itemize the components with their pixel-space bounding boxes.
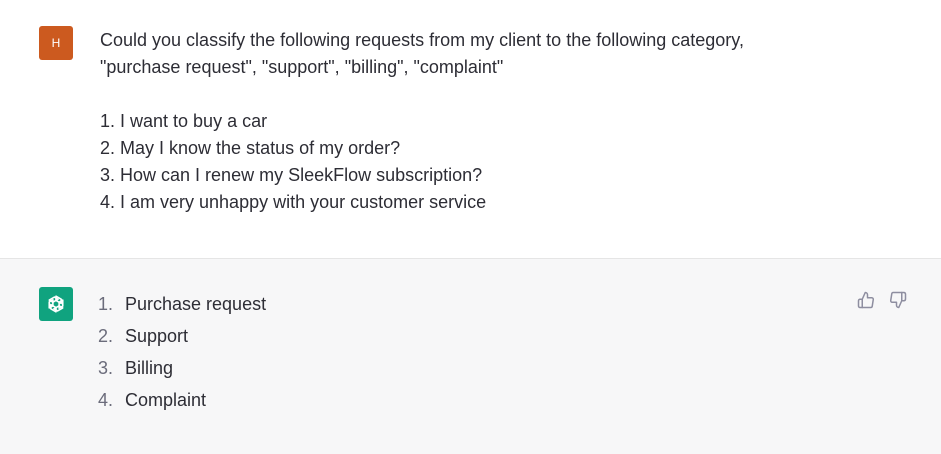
- user-message-text: Could you classify the following request…: [100, 27, 860, 216]
- answer-list: 1. Purchase request 2. Support 3. Billin…: [98, 288, 266, 416]
- thumbs-down-button[interactable]: [887, 289, 909, 311]
- request-item: 1. I want to buy a car: [100, 111, 268, 131]
- user-avatar: H: [39, 26, 73, 60]
- user-message: H Could you classify the following reque…: [0, 0, 941, 259]
- assistant-message: 1. Purchase request 2. Support 3. Billin…: [0, 259, 941, 454]
- list-item: 2. Support: [98, 320, 266, 352]
- thumbs-up-button[interactable]: [855, 289, 877, 311]
- answer-text: Billing: [125, 358, 174, 378]
- list-number: 4.: [98, 390, 114, 410]
- user-text-line: Could you classify the following request…: [100, 30, 744, 50]
- list-item: 4. Complaint: [98, 384, 266, 416]
- user-text-line: "purchase request", "support", "billing"…: [100, 57, 504, 77]
- thumbs-up-icon: [857, 291, 875, 309]
- answer-text: Complaint: [125, 390, 207, 410]
- request-item: 3. How can I renew my SleekFlow subscrip…: [100, 165, 483, 185]
- list-number: 3.: [98, 358, 114, 378]
- request-item: 2. May I know the status of my order?: [100, 138, 401, 158]
- list-number: 1.: [98, 294, 114, 314]
- thumbs-down-icon: [889, 291, 907, 309]
- openai-logo-icon: [48, 295, 64, 313]
- assistant-avatar: [39, 287, 73, 321]
- answer-text: Support: [125, 326, 189, 346]
- list-item: 3. Billing: [98, 352, 266, 384]
- answer-text: Purchase request: [125, 294, 267, 314]
- list-item: 1. Purchase request: [98, 288, 266, 320]
- list-number: 2.: [98, 326, 114, 346]
- request-item: 4. I am very unhappy with your customer …: [100, 192, 487, 212]
